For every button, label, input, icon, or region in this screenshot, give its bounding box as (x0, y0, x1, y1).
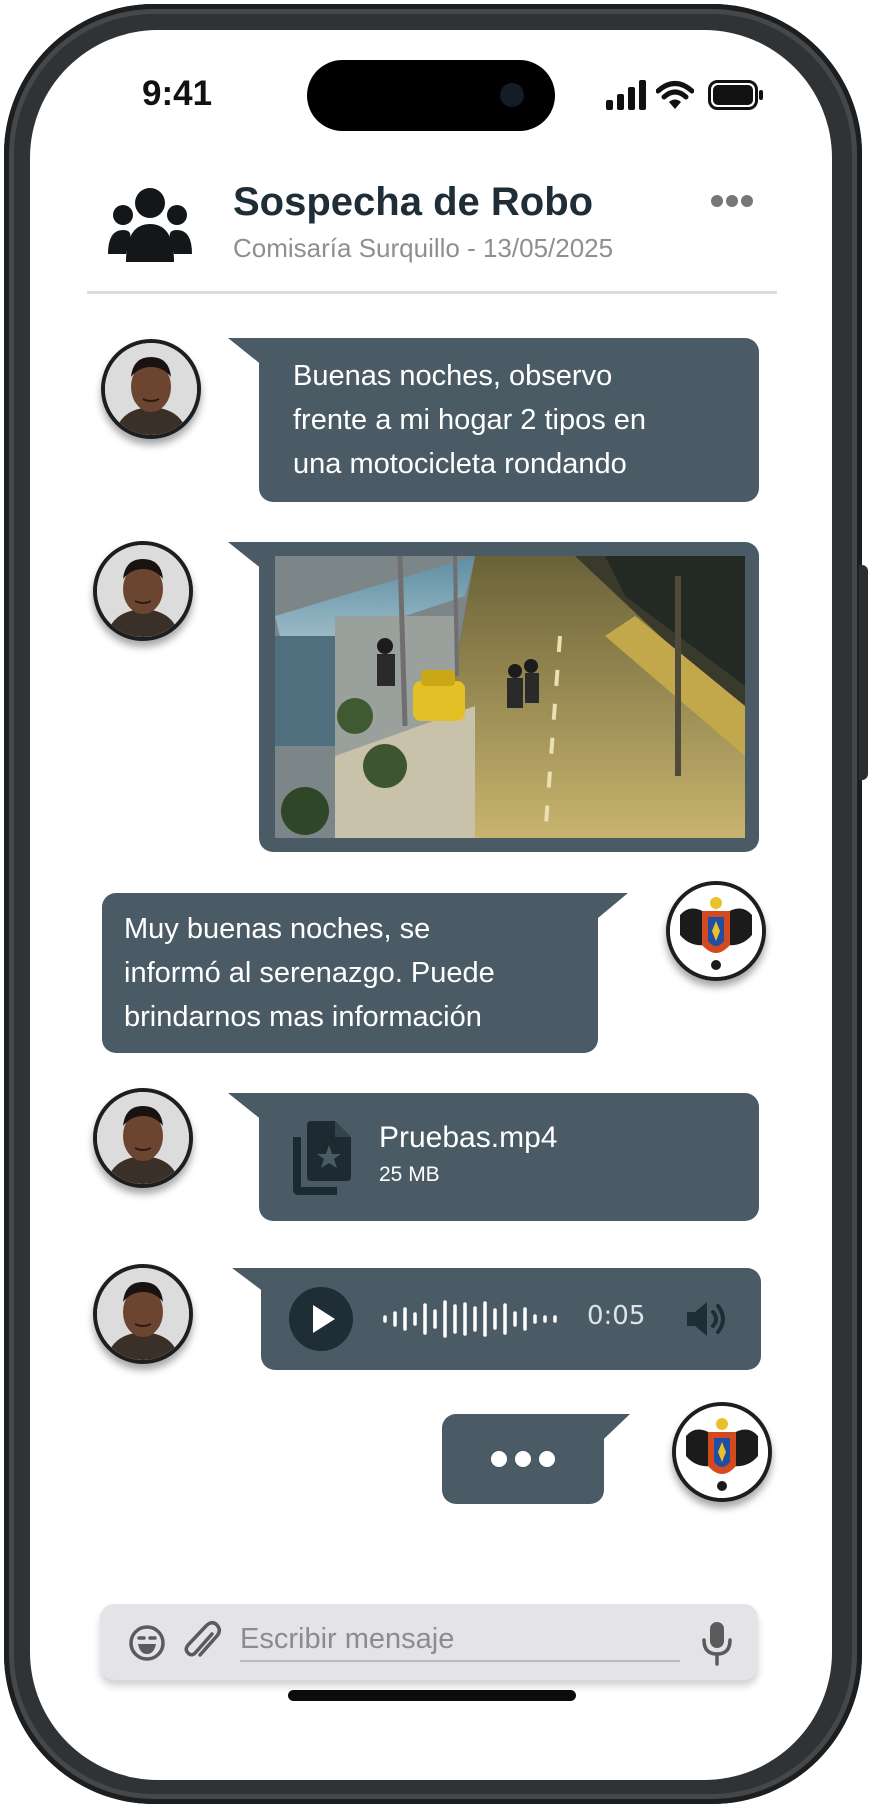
user-avatar[interactable] (93, 1088, 193, 1188)
message-line: Muy buenas noches, se (124, 913, 431, 945)
typing-bubble (442, 1414, 604, 1504)
camera-icon (500, 83, 524, 107)
message-composer[interactable] (100, 1604, 758, 1680)
user-avatar[interactable] (93, 1264, 193, 1364)
user-avatar[interactable] (93, 541, 193, 641)
wifi-icon (656, 81, 694, 109)
bubble-tail (586, 1414, 630, 1456)
file-star-icon[interactable] (289, 1121, 353, 1195)
message-bubble[interactable]: Muy buenas noches, se informó al serenaz… (102, 893, 598, 1053)
bubble-tail (580, 893, 628, 933)
volume-icon[interactable] (685, 1300, 729, 1338)
message-line: una motocicleta rondando (293, 448, 627, 480)
message-bubble[interactable]: Buenas noches, observo frente a mi hogar… (259, 338, 759, 502)
group-icon (108, 188, 192, 262)
police-crest-icon (670, 885, 762, 977)
battery-icon (708, 80, 763, 110)
waveform-icon (383, 1300, 557, 1338)
audio-message-bubble[interactable]: 0:05 (261, 1268, 761, 1370)
message-line: informó al serenazgo. Puede (124, 957, 495, 989)
user-avatar[interactable] (101, 339, 201, 439)
home-indicator[interactable] (288, 1690, 576, 1701)
play-icon[interactable] (289, 1287, 353, 1351)
file-name: Pruebas.mp4 (379, 1121, 558, 1154)
person-photo-icon (97, 545, 189, 637)
message-line: Buenas noches, observo (293, 360, 613, 392)
police-avatar[interactable] (666, 881, 766, 981)
police-avatar[interactable] (672, 1402, 772, 1502)
person-photo-icon (97, 1092, 189, 1184)
police-crest-icon (676, 1406, 768, 1498)
file-size: 25 MB (379, 1163, 440, 1186)
chat-subtitle: Comisaría Surquillo - 13/05/2025 (233, 233, 614, 263)
emoji-icon[interactable] (128, 1624, 166, 1662)
file-message-bubble[interactable]: Pruebas.mp4 25 MB (259, 1093, 759, 1221)
status-time: 9:41 (142, 74, 213, 113)
surveillance-photo[interactable] (275, 556, 745, 838)
header-divider (87, 291, 777, 294)
side-button (859, 565, 868, 780)
person-photo-icon (105, 343, 197, 435)
message-line: frente a mi hogar 2 tipos en (293, 404, 647, 436)
chat-title: Sospecha de Robo (233, 180, 594, 224)
typing-dots-icon (491, 1451, 555, 1467)
message-line: brindarnos mas información (124, 1001, 482, 1033)
microphone-icon[interactable] (700, 1620, 734, 1666)
audio-duration: 0:05 (587, 1301, 646, 1331)
attach-icon[interactable] (182, 1620, 222, 1664)
more-horizontal-icon[interactable] (710, 194, 754, 208)
image-message-bubble[interactable] (259, 542, 759, 852)
message-input[interactable] (240, 1618, 680, 1662)
person-photo-icon (97, 1268, 189, 1360)
signal-icon (606, 80, 646, 110)
